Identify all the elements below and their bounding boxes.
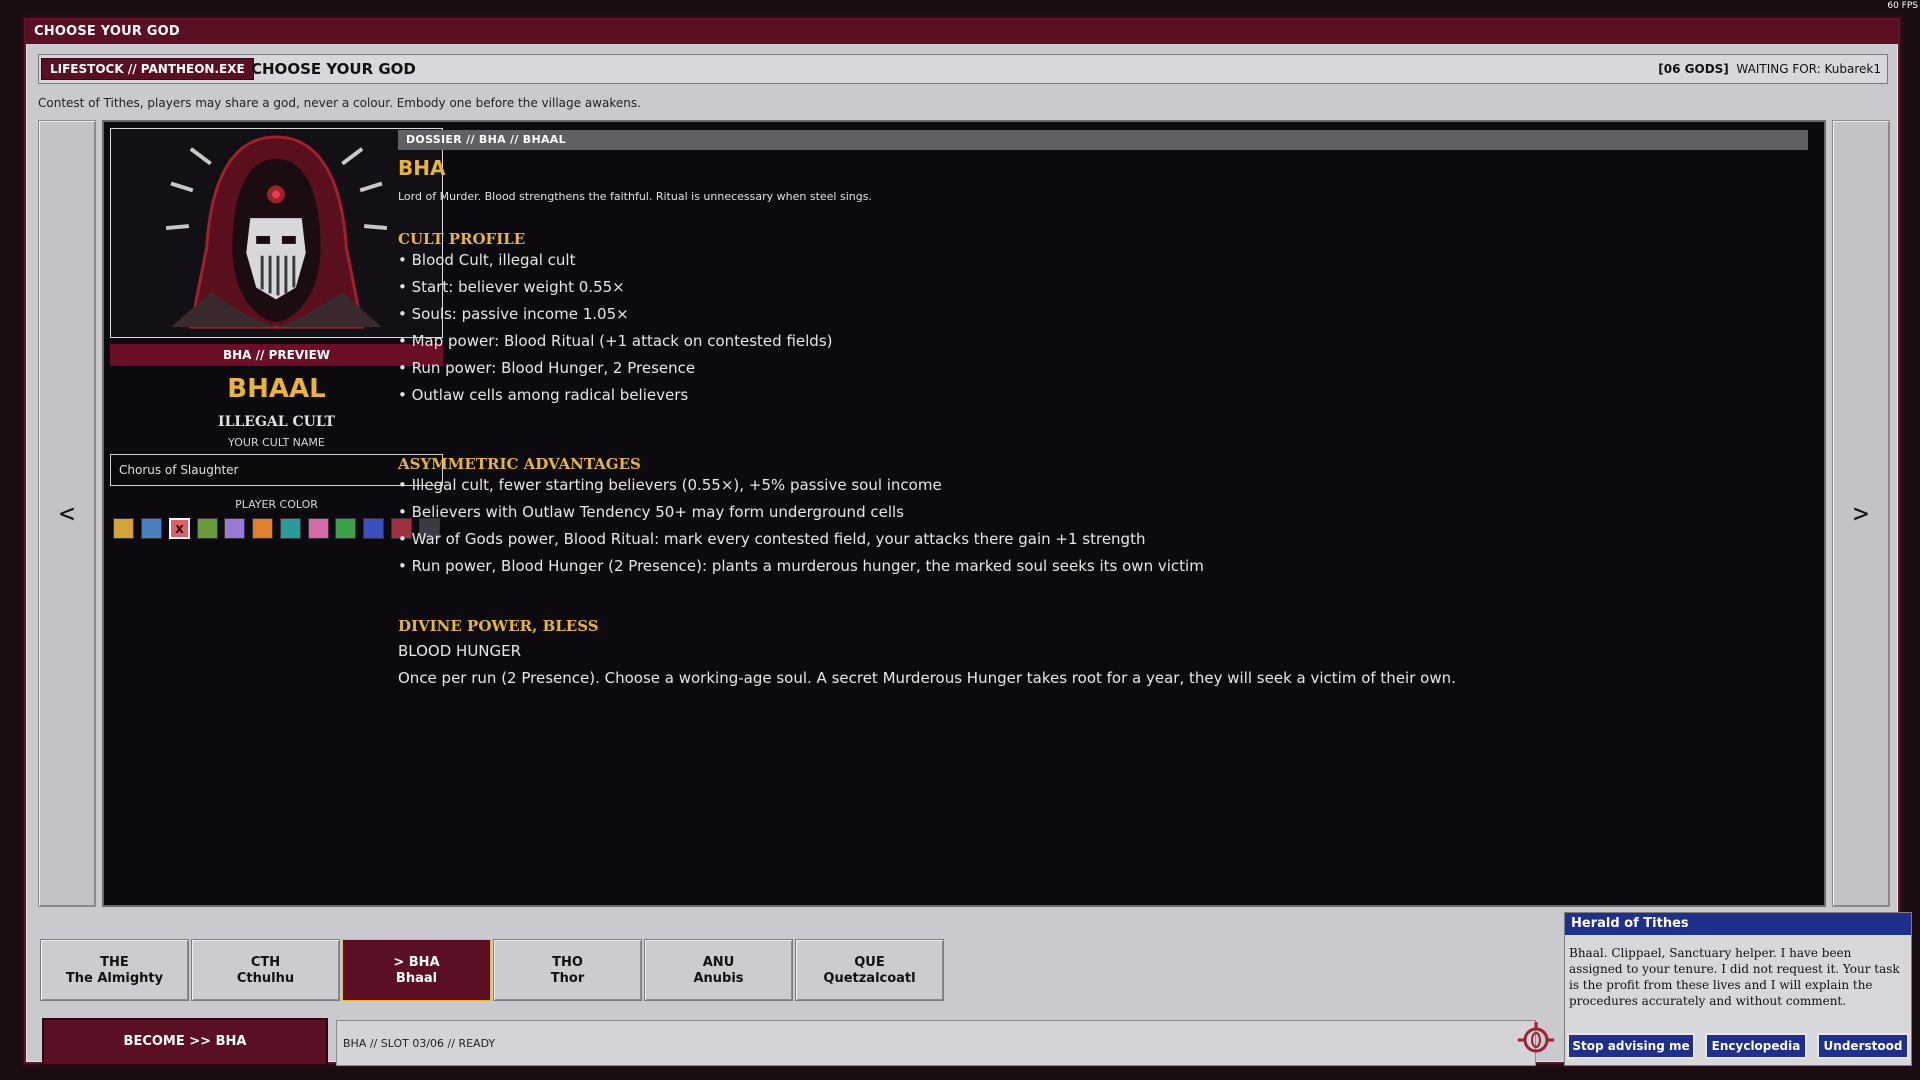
player-color-label: PLAYER COLOR: [235, 498, 318, 511]
color-swatch[interactable]: [308, 518, 329, 539]
herald-dialog: Herald of Tithes Bhaal. Clippael, Sanctu…: [1564, 912, 1912, 1066]
tab-code: ANU: [702, 955, 735, 970]
list-item: • Blood Cult, illegal cult: [398, 251, 576, 269]
tab-thor[interactable]: THO Thor: [493, 939, 642, 1001]
tab-label: The Almighty: [65, 971, 164, 986]
dossier-lore: Lord of Murder. Blood strengthens the fa…: [398, 190, 872, 203]
game-window: CHOOSE YOUR GOD LIFESTOCK // PANTHEON.EX…: [24, 18, 1912, 1066]
tab-quetzalcoatl[interactable]: QUE Quetzalcoatl: [795, 939, 944, 1001]
cult-type: ILLEGAL CULT: [218, 414, 335, 430]
color-swatch[interactable]: [113, 518, 134, 539]
list-item: • Run power, Blood Hunger (2 Presence): …: [398, 557, 1204, 575]
preview-tag: BHA // PREVIEW: [110, 344, 443, 366]
list-item: • Believers with Outlaw Tendency 50+ may…: [398, 503, 904, 521]
tab-label: Quetzalcoatl: [823, 971, 916, 986]
tab-label: Bhaal: [395, 971, 438, 986]
page-title: CHOOSE YOUR GOD: [251, 60, 416, 78]
color-swatch[interactable]: [335, 518, 356, 539]
god-tab-bar: THE The Almighty CTH Cthulhu > BHA Bhaal TH…: [40, 939, 1520, 1001]
subtitle: Contest of Tithes, players may share a g…: [38, 96, 641, 110]
tab-code: THO: [552, 955, 583, 970]
tab-label: Cthulhu: [236, 971, 295, 986]
divine-power-desc: Once per run (2 Presence). Choose a work…: [398, 669, 1456, 687]
header-strip: LIFESTOCK // PANTHEON.EXE CHOOSE YOUR GO…: [38, 54, 1888, 84]
color-swatch[interactable]: X: [169, 518, 190, 539]
list-item: • Map power: Blood Ritual (+1 attack on …: [398, 332, 833, 350]
tab-code: THE: [100, 955, 129, 970]
app-tag: LIFESTOCK // PANTHEON.EXE: [41, 58, 254, 80]
tab-label: Anubis: [693, 971, 744, 986]
next-god-button[interactable]: >: [1832, 120, 1890, 907]
list-item: • War of Gods power, Blood Ritual: mark …: [398, 530, 1146, 548]
become-god-button[interactable]: BECOME >> BHA: [42, 1018, 328, 1066]
herald-message: Bhaal. Clippael, Sanctuary helper. I hav…: [1569, 946, 1900, 1008]
divine-power-heading: DIVINE POWER, BLESS: [398, 617, 599, 635]
slot-status: BHA // SLOT 03/06 // READY: [336, 1020, 1536, 1066]
tab-label: Thor: [550, 971, 585, 986]
tab-the-almighty[interactable]: THE The Almighty: [40, 939, 189, 1001]
header-status: [06 GODS] WAITING FOR: Kubarek1: [1658, 62, 1881, 76]
god-portrait: [110, 128, 443, 338]
gods-count: [06 GODS]: [1658, 62, 1729, 76]
dossier-title: BHA: [398, 156, 446, 180]
cult-profile-heading: CULT PROFILE: [398, 230, 526, 248]
herald-sigil-icon: [1518, 1022, 1554, 1053]
cult-profile-list: • Blood Cult, illegal cult • Start: beli…: [398, 247, 833, 409]
herald-title: Herald of Tithes: [1565, 913, 1911, 935]
color-swatch[interactable]: [197, 518, 218, 539]
color-swatch[interactable]: [252, 518, 273, 539]
fps-counter: 60 FPS: [1887, 1, 1918, 11]
god-detail-panel: BHA // PREVIEW BHAAL ILLEGAL CULT YOUR C…: [102, 120, 1826, 907]
hooded-figure-image: [111, 129, 442, 337]
list-item: • Souls: passive income 1.05×: [398, 305, 629, 323]
color-swatch[interactable]: [363, 518, 384, 539]
previous-god-button[interactable]: <: [38, 120, 96, 907]
color-swatch[interactable]: [141, 518, 162, 539]
god-name: BHAAL: [227, 374, 326, 404]
waiting-status: WAITING FOR: Kubarek1: [1736, 62, 1881, 76]
cult-name-label: YOUR CULT NAME: [228, 436, 325, 449]
advantages-list: • Illegal cult, fewer starting believers…: [398, 472, 1204, 580]
list-item: • Start: believer weight 0.55×: [398, 278, 625, 296]
list-item: • Illegal cult, fewer starting believers…: [398, 476, 942, 494]
list-item: • Outlaw cells among radical believers: [398, 386, 689, 404]
divine-power-name: BLOOD HUNGER: [398, 642, 522, 660]
encyclopedia-button[interactable]: Encyclopedia: [1705, 1033, 1807, 1059]
dossier-tag: DOSSIER // BHA // BHAAL: [398, 130, 1808, 150]
cult-name-input[interactable]: [110, 454, 443, 486]
tab-cthulhu[interactable]: CTH Cthulhu: [191, 939, 340, 1001]
tab-code: CTH: [250, 955, 281, 970]
understood-button[interactable]: Understood: [1817, 1033, 1909, 1059]
window-title: CHOOSE YOUR GOD: [26, 20, 1898, 44]
stop-advising-button[interactable]: Stop advising me: [1567, 1033, 1695, 1059]
tab-anubis[interactable]: ANU Anubis: [644, 939, 793, 1001]
color-swatch-row: X: [110, 518, 443, 540]
color-swatch[interactable]: [280, 518, 301, 539]
advantages-heading: ASYMMETRIC ADVANTAGES: [398, 455, 641, 473]
color-swatch[interactable]: [224, 518, 245, 539]
tab-bhaal[interactable]: > BHA Bhaal: [342, 939, 491, 1001]
tab-code: > BHA: [393, 955, 440, 970]
list-item: • Run power: Blood Hunger, 2 Presence: [398, 359, 696, 377]
tab-code: QUE: [854, 955, 885, 970]
